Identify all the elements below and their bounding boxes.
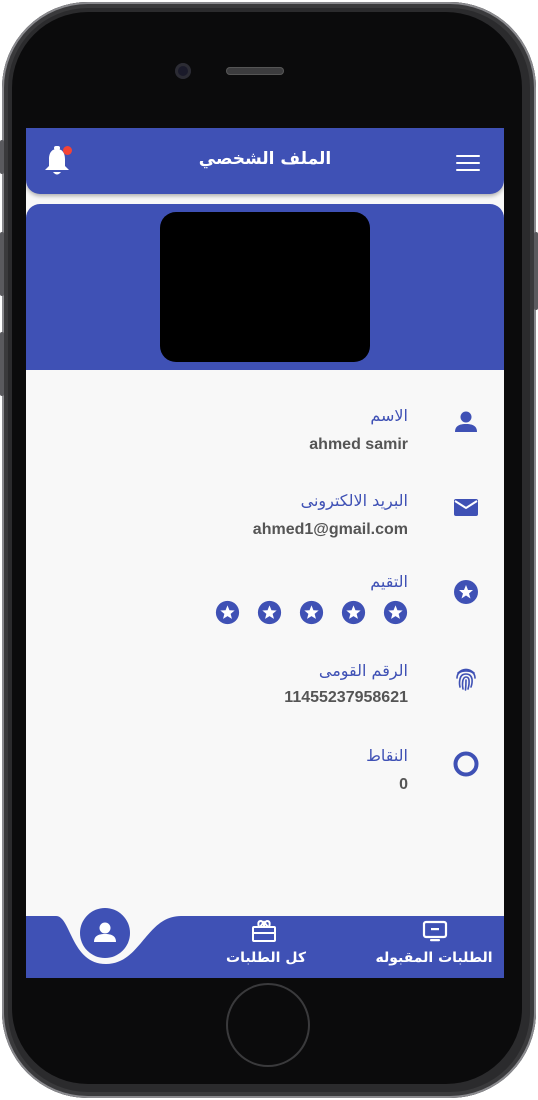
volume-up-button (0, 232, 4, 296)
star-circle-icon (452, 578, 480, 606)
nav-label-accepted-requests: الطلبات المقبوله (375, 950, 493, 966)
page-title: الملف الشخصي (198, 149, 332, 169)
power-button (534, 232, 538, 310)
front-camera (175, 63, 191, 79)
nav-label-all-requests: كل الطلبات (226, 950, 306, 966)
earpiece-speaker (226, 67, 284, 75)
rating-stars (215, 600, 408, 626)
email-value: ahmed1@gmail.com (252, 521, 408, 538)
star-icon (215, 600, 240, 625)
person-icon (452, 408, 480, 436)
star-icon (299, 600, 324, 625)
star-icon (257, 600, 282, 625)
gift-box-icon (250, 918, 278, 944)
national-id-label: الرقم القومى (318, 661, 408, 680)
nav-item-profile-active[interactable] (80, 908, 130, 958)
star-icon (383, 600, 408, 625)
star-icon (341, 600, 366, 625)
monitor-icon (421, 920, 449, 944)
info-row-email: البريد الالكترونى ahmed1@gmail.com (26, 483, 504, 553)
nav-item-all-requests[interactable]: كل الطلبات (206, 914, 326, 978)
name-label: الاسم (370, 406, 408, 425)
profile-photo[interactable] (160, 212, 370, 362)
info-row-national-id: الرقم القومى 11455237958621 (26, 653, 504, 723)
info-row-points: النقاط 0 (26, 738, 504, 808)
info-row-name: الاسم ahmed samir (26, 398, 504, 468)
points-label: النقاط (366, 746, 408, 765)
hamburger-menu-icon[interactable] (456, 155, 480, 171)
rating-label: التقيم (370, 572, 408, 591)
person-icon (94, 922, 116, 942)
email-label: البريد الالكترونى (300, 491, 408, 510)
circle-outline-icon (452, 750, 480, 778)
nav-item-accepted-requests[interactable]: الطلبات المقبوله (364, 914, 504, 978)
app-bar: الملف الشخصي (26, 128, 504, 194)
points-value: 0 (399, 776, 408, 793)
info-row-rating: التقيم (26, 568, 504, 638)
home-button[interactable] (228, 985, 308, 1065)
app-screen: الملف الشخصي الاسم ahmed samir البريد ال… (26, 128, 504, 978)
national-id-value: 11455237958621 (284, 689, 408, 706)
fingerprint-icon (452, 665, 480, 693)
mute-switch (0, 140, 4, 174)
volume-down-button (0, 332, 4, 396)
name-value: ahmed samir (309, 436, 408, 453)
email-icon (452, 493, 480, 521)
